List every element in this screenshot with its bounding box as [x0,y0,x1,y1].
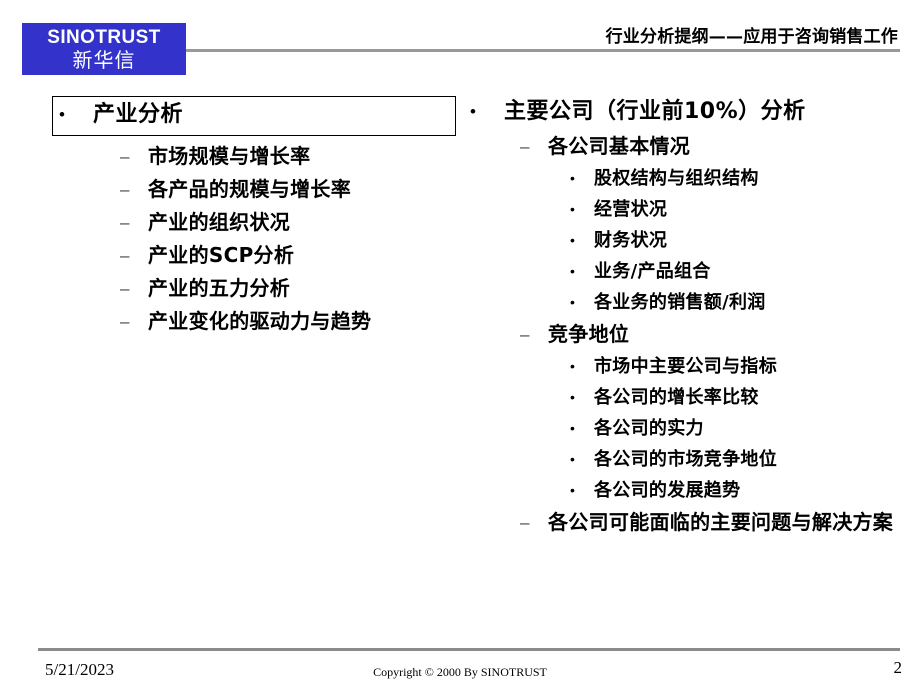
dash-icon: – [120,279,130,298]
list-item: – 产业的组织状况 [120,206,472,239]
list-item: – 产业的五力分析 [120,272,472,305]
footer-divider [38,648,900,651]
list-item: – 各公司基本情况 [520,130,910,163]
bullet-icon: • [570,201,575,217]
list-item-label: 业务/产品组合 [594,261,711,282]
list-item: – 产业变化的驱动力与趋势 [120,305,472,338]
list-item-label: 竞争地位 [548,322,630,346]
nested-list: • 股权结构与组织结构 • 经营状况 • 财务状况 • 业务/产品组合 • 各业… [570,163,910,318]
header-divider [186,49,900,52]
list-item: • 各业务的销售额/利润 [570,287,910,318]
slide-footer: 5/21/2023 Copyright © 2000 By SINOTRUST … [0,640,920,690]
list-item-label: 经营状况 [594,199,668,220]
list-item: – 市场规模与增长率 [120,140,472,173]
list-item-label: 各产品的规模与增长率 [148,177,351,201]
list-item-label: 产业的SCP分析 [148,243,295,267]
bullet-icon: • [570,263,575,279]
list-item: – 各公司可能面临的主要问题与解决方案 [520,506,910,539]
bullet-icon: • [570,420,575,436]
left-sublist: – 市场规模与增长率 – 各产品的规模与增长率 – 产业的组织状况 – 产业的S… [120,140,472,338]
footer-copyright: Copyright © 2000 By SINOTRUST [373,665,547,679]
list-item-label: 股权结构与组织结构 [594,168,759,189]
list-item: – 竞争地位 [520,318,910,351]
right-column: • 主要公司（行业前10%）分析 – 各公司基本情况 • 股权结构与组织结构 •… [470,96,910,539]
bullet-icon: • [570,232,575,248]
dash-icon: – [120,312,130,331]
bullet-icon: • [570,294,575,310]
list-item-label: 市场中主要公司与指标 [594,356,777,377]
slide-content: • 产业分析 – 市场规模与增长率 – 各产品的规模与增长率 – 产业的组织状况… [0,96,920,641]
dash-icon: – [520,137,530,156]
list-item: • 市场中主要公司与指标 [570,351,910,382]
list-item-label: 产业变化的驱动力与趋势 [148,309,372,333]
list-item: • 经营状况 [570,194,910,225]
list-item-label: 各公司可能面临的主要问题与解决方案 [548,510,894,534]
list-item: • 各公司的发展趋势 [570,475,910,506]
list-item-label: 各公司的实力 [594,418,704,439]
dash-icon: – [120,180,130,199]
list-item-label: 产业的五力分析 [148,276,291,300]
list-item-label: 市场规模与增长率 [148,144,311,168]
sinotrust-logo: SINOTRUST 新华信 [22,23,186,75]
right-sublist: – 各公司基本情况 • 股权结构与组织结构 • 经营状况 • 财务状况 • 业务… [520,130,910,539]
list-item-label: 各公司的增长率比较 [594,387,759,408]
left-heading-label: 产业分析 [93,102,184,127]
logo-text-english: SINOTRUST [47,27,161,48]
bullet-icon: • [470,102,476,121]
logo-text-chinese: 新华信 [72,48,136,72]
list-item: • 业务/产品组合 [570,256,910,287]
list-item: – 产业的SCP分析 [120,239,472,272]
dash-icon: – [520,325,530,344]
dash-icon: – [120,147,130,166]
bullet-icon: • [570,170,575,186]
footer-page-number: 2 [893,658,903,677]
list-item: • 各公司的市场竞争地位 [570,444,910,475]
left-column: • 产业分析 – 市场规模与增长率 – 各产品的规模与增长率 – 产业的组织状况… [52,96,472,338]
industry-analysis-heading-box: • 产业分析 [52,96,456,136]
list-item-label: 各公司的市场竞争地位 [594,449,777,470]
left-heading-row: • 产业分析 [59,99,455,131]
dash-icon: – [120,213,130,232]
bullet-icon: • [570,482,575,498]
right-heading-label: 主要公司（行业前10%）分析 [504,99,806,124]
bullet-icon: • [570,358,575,374]
slide-header: SINOTRUST 新华信 行业分析提纲——应用于咨询销售工作 [0,0,920,90]
list-item: • 财务状况 [570,225,910,256]
nested-list: • 市场中主要公司与指标 • 各公司的增长率比较 • 各公司的实力 • 各公司的… [570,351,910,506]
list-item: • 股权结构与组织结构 [570,163,910,194]
list-item-label: 各业务的销售额/利润 [594,292,766,313]
dash-icon: – [520,513,530,532]
list-item: – 各产品的规模与增长率 [120,173,472,206]
bullet-icon: • [570,451,575,467]
list-item-label: 产业的组织状况 [148,210,291,234]
list-item: • 各公司的实力 [570,413,910,444]
page-title: 行业分析提纲——应用于咨询销售工作 [605,27,898,47]
list-item: • 各公司的增长率比较 [570,382,910,413]
bullet-icon: • [59,105,65,124]
dash-icon: – [120,246,130,265]
list-item-label: 各公司的发展趋势 [594,480,741,501]
bullet-icon: • [570,389,575,405]
list-item-label: 各公司基本情况 [548,134,691,158]
list-item-label: 财务状况 [594,230,668,251]
right-heading-row: • 主要公司（行业前10%）分析 [470,96,910,128]
